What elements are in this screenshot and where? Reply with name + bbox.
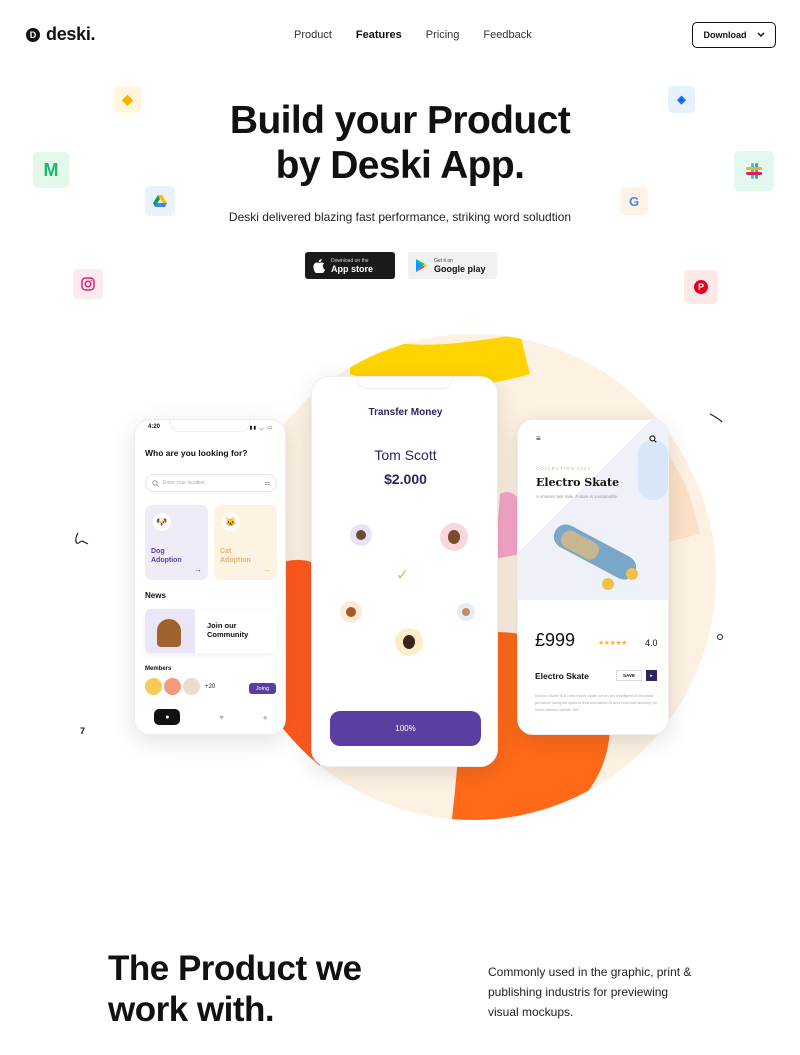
app-store-label: App store [331,263,374,274]
app-store-small-text: Download on the [331,257,369,264]
community-line1: Join our [207,621,237,630]
download-button[interactable]: Download [692,22,776,48]
logo-mark-icon: D [26,27,40,42]
contact-avatar[interactable] [440,523,468,551]
progress-button[interactable]: 100% [330,711,481,746]
status-icons: ▮▮ ◡ ▭ [249,425,273,431]
hero-title-line1: Build your Product [229,99,571,142]
nav-item-features[interactable]: Features [356,29,402,41]
nav-item-pricing[interactable]: Pricing [426,29,460,41]
menu-icon[interactable]: ≡ [536,434,541,443]
save-button[interactable]: SAVE [616,670,642,681]
dog-label-line2: Adoption [151,557,182,564]
section-title-line1: The Product we [108,949,362,988]
brand-name: deski. [46,24,96,44]
cat-label-line1: Cat [220,548,232,555]
small-ring-decoration [717,634,723,640]
nav-item-feedback[interactable]: Feedback [483,29,531,41]
cart-button[interactable]: ▸ [646,670,657,681]
community-illustration [145,609,195,653]
cat-label-line2: Adoption [220,557,251,564]
chevron-down-icon [757,32,764,37]
profile-tab-icon[interactable]: ● [154,709,181,725]
nav-menu: Product Features Pricing Feedback [294,29,532,41]
squiggle-left-decoration [75,532,89,545]
contact-avatar[interactable] [395,628,423,656]
search-icon[interactable] [649,435,657,443]
google-play-label: Google play [434,263,486,274]
google-play-small-text: Get it on [434,257,453,264]
product-description: Electro Skate is a near future skate for… [535,693,658,712]
squiggle-right-decoration [709,413,723,423]
recipient-name: Tom Scott [374,447,437,463]
dog-adoption-label: Dog Adoption [151,547,182,565]
rating-stars: ★★★★★ [598,640,627,647]
check-icon: ✓ [396,567,410,584]
pinterest-icon: P [684,270,718,304]
top-nav: D deski. Product Features Pricing Feedba… [0,0,800,70]
rating-value: 4.0 [645,638,658,648]
phone-left-adoption: 4:20 ▮▮ ◡ ▭ Who are you looking for? Ent… [134,419,286,735]
download-label: Download [703,30,747,40]
section-title-line2: work with. [108,990,275,1029]
heart-tab-icon[interactable]: ♥ [219,713,224,722]
section-description: Commonly used in the graphic, print & pu… [488,965,692,1019]
dog-adoption-card[interactable]: 🐶 Dog Adoption → [145,505,208,580]
member-avatar [183,678,200,695]
collection-label: COLLECTION 2020 [536,466,592,471]
phone-right-product: ≡ COLLECTION 2020 Electro Skate A smarte… [517,419,669,735]
product-tagline: A smarter last mile. Future is sustainab… [536,494,619,499]
cat-adoption-card[interactable]: 🐱 Cat Adoption → [214,505,277,580]
brand-logo[interactable]: D deski. [26,24,96,45]
hero-title: Build your Product by Deski App. [0,98,800,188]
instagram-icon [73,269,103,299]
apple-icon [313,258,325,273]
section-title: The Product we work with. [108,948,362,1030]
phone-notch [356,377,453,389]
member-avatar [145,678,162,695]
phone-mid-transfer: Transfer Money Tom Scott $2.000 ✓ 100% [311,376,498,767]
dog-label-line1: Dog [151,548,165,555]
contact-avatar[interactable] [457,603,475,621]
google-play-button[interactable]: Get it on Google play [408,252,497,279]
join-button[interactable]: Joing [249,683,276,694]
arrow-right-icon: → [263,565,271,574]
status-time: 4:20 [148,424,161,430]
cat-adoption-label: Cat Adoption [220,547,251,565]
product-name: Electro Skate [535,671,589,681]
phone-notch [170,420,250,432]
bottom-tabbar: ● ♥ ● [135,706,285,728]
seven-mark-decoration: 7 [80,726,86,736]
hero-title-line2: by Deski App. [275,144,525,187]
product-title: Electro Skate [536,476,620,489]
cat-icon: 🐱 [222,513,240,531]
transfer-amount: $2.000 [384,471,427,487]
google-play-icon [416,259,428,272]
community-label: Join our Community [207,621,248,639]
location-placeholder: Enter your location [163,480,205,486]
search-icon [152,479,159,487]
contact-avatar[interactable] [340,601,362,623]
member-avatar [164,678,181,695]
app-store-button[interactable]: Download on the App store [305,252,395,279]
community-line2: Community [207,630,249,639]
filter-icon[interactable]: ⚏ [265,480,270,487]
members-heading: Members [145,666,172,672]
members-row: +20 [145,678,215,695]
skateboard-image [540,520,650,600]
dog-icon: 🐶 [153,513,171,531]
arrow-right-icon: → [194,565,202,574]
member-count: +20 [205,683,216,690]
adoption-heading: Who are you looking for? [145,448,248,458]
location-search[interactable]: Enter your location ⚏ [145,474,277,492]
news-heading: News [145,591,166,600]
chat-tab-icon[interactable]: ● [263,713,268,722]
nav-item-product[interactable]: Product [294,29,332,41]
community-card[interactable]: Join our Community [145,609,277,653]
product-price: £999 [535,630,576,650]
transfer-title: Transfer Money [368,407,443,418]
hero-subtitle: Deski delivered blazing fast performance… [228,210,572,224]
contact-avatar[interactable] [350,524,372,546]
